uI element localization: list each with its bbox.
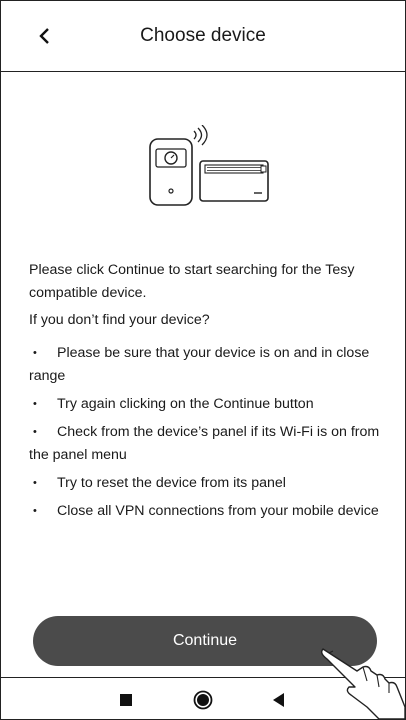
bullet: • (33, 426, 37, 438)
continue-label: Continue (172, 632, 238, 649)
tips-list: • Please be sure that your device is on a… (29, 342, 381, 523)
tip-item: • Try to reset the device from its panel (29, 472, 381, 495)
page-title: Choose device (140, 25, 266, 46)
tip-item: • Please be sure that your device is on a… (29, 342, 381, 388)
tip-text: Please be sure that your device is on an… (29, 345, 370, 384)
bullet: • (33, 347, 37, 359)
tip-text: Try to reset the device from its panel (57, 475, 286, 491)
tip-item: • Check from the device’s panel if its Wi… (29, 421, 381, 467)
tip-text: Try again clicking on the Continue butto… (57, 396, 314, 412)
recents-square-icon[interactable] (114, 688, 138, 712)
devices-illustration (149, 125, 269, 206)
pointing-hand-icon (320, 648, 406, 719)
app-header: Choose device (1, 1, 405, 72)
tip-text: Close all VPN connections from your mobi… (57, 503, 379, 519)
bullet: • (33, 398, 37, 410)
tip-item: • Close all VPN connections from your mob… (29, 500, 381, 523)
question-text: If you don’t find your device? (29, 312, 210, 328)
intro-text: Please click Continue to start searching… (29, 262, 355, 301)
back-triangle-icon[interactable] (267, 688, 291, 712)
tip-text: Check from the device’s panel if its Wi-… (29, 424, 380, 463)
home-circle-icon[interactable] (191, 688, 215, 712)
bullet: • (33, 505, 37, 517)
phone-screen: Choose device Please click Continue to s… (0, 0, 406, 720)
tip-item: • Try again clicking on the Continue butt… (29, 393, 381, 416)
bullet: • (33, 477, 37, 489)
instructions: Please click Continue to start searching… (29, 259, 381, 528)
